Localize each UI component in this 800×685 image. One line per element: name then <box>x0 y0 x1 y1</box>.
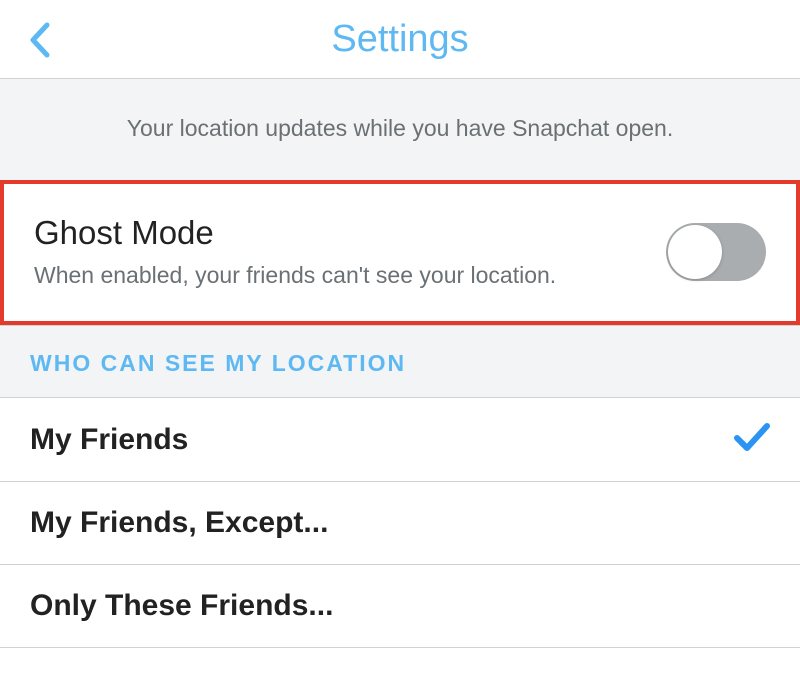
back-icon[interactable] <box>28 22 52 63</box>
section-header: WHO CAN SEE MY LOCATION <box>0 325 800 398</box>
option-only-these-friends[interactable]: Only These Friends... <box>0 565 800 648</box>
option-label: My Friends <box>30 423 188 457</box>
option-label: My Friends, Except... <box>30 506 328 540</box>
ghost-mode-row: Ghost Mode When enabled, your friends ca… <box>0 180 800 325</box>
header-bar: Settings <box>0 0 800 78</box>
page-title: Settings <box>331 18 468 61</box>
info-text: Your location updates while you have Sna… <box>20 115 780 142</box>
section-header-text: WHO CAN SEE MY LOCATION <box>30 350 770 377</box>
option-label: Only These Friends... <box>30 589 333 623</box>
ghost-mode-description: When enabled, your friends can't see you… <box>34 262 556 289</box>
ghost-mode-title: Ghost Mode <box>34 214 556 252</box>
ghost-mode-toggle[interactable] <box>666 223 766 281</box>
toggle-knob <box>668 225 722 279</box>
option-my-friends[interactable]: My Friends <box>0 398 800 482</box>
checkmark-icon <box>734 422 770 457</box>
info-section: Your location updates while you have Sna… <box>0 78 800 180</box>
ghost-mode-text: Ghost Mode When enabled, your friends ca… <box>34 214 556 289</box>
option-my-friends-except[interactable]: My Friends, Except... <box>0 482 800 565</box>
